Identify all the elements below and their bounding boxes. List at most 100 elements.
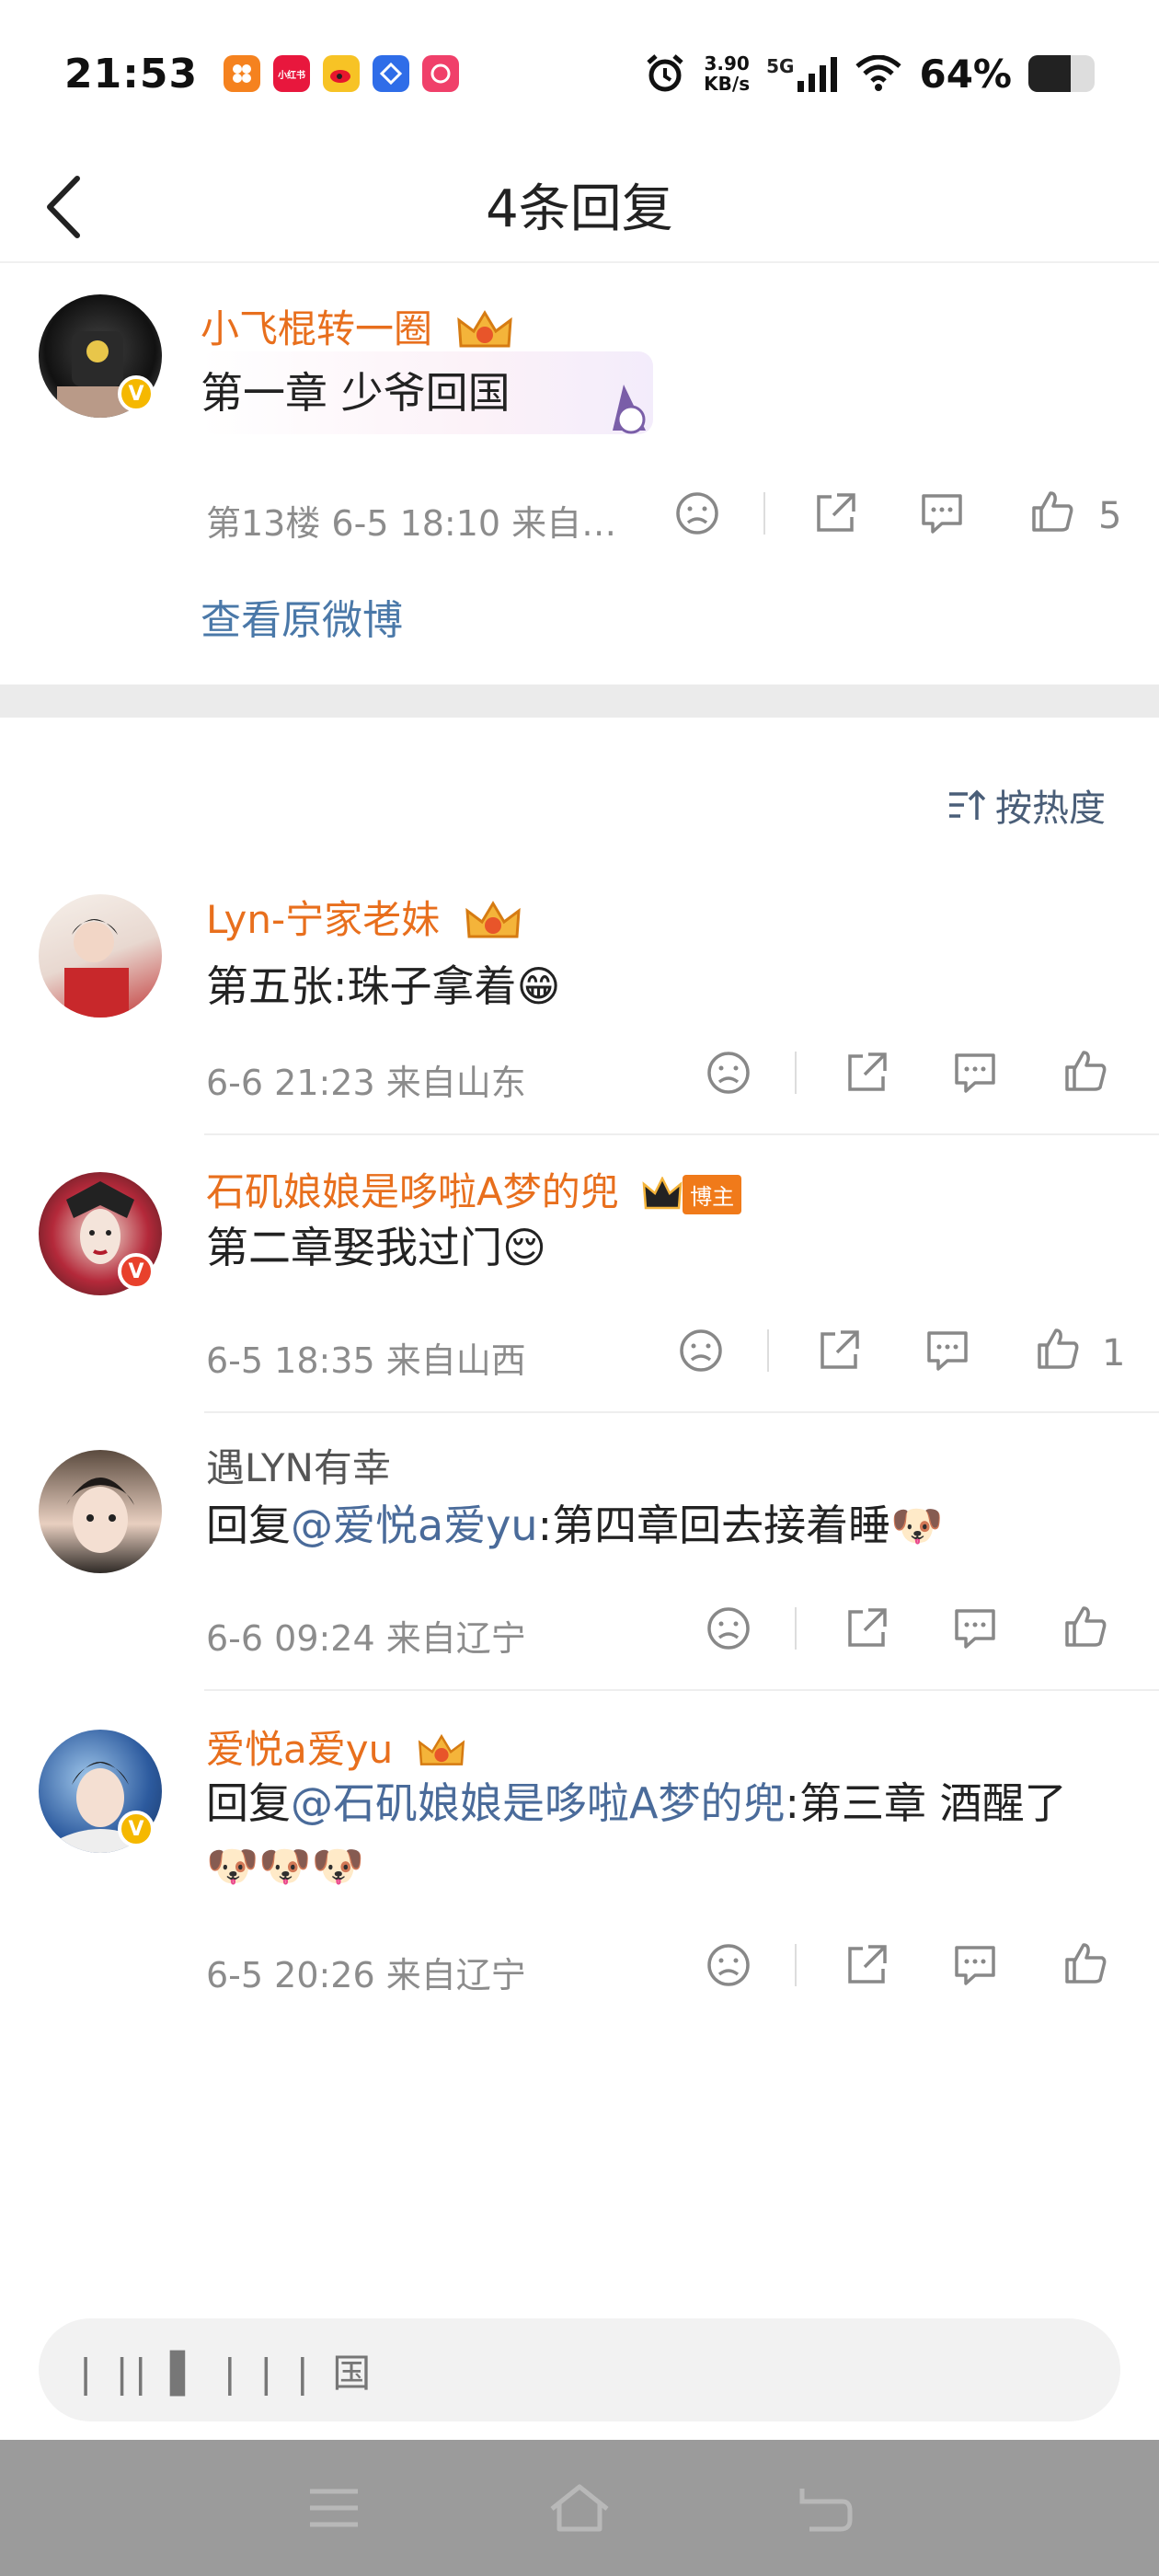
reply-input-placeholder: | || ▌ | | | 国 bbox=[79, 2350, 377, 2396]
taobao-app-icon bbox=[224, 55, 261, 92]
net-speed-value: 3.90 bbox=[704, 52, 750, 75]
avatar[interactable] bbox=[39, 1450, 162, 1573]
share-icon bbox=[820, 1330, 859, 1369]
action-divider bbox=[795, 1607, 797, 1650]
status-bar: 21:53 小红书 3.90 KB/s 5G 64% bbox=[0, 0, 1159, 147]
like-button[interactable] bbox=[1030, 1321, 1085, 1376]
username[interactable]: 小飞棍转一圈 bbox=[201, 298, 514, 355]
sort-label: 按热度 bbox=[995, 788, 1106, 830]
username[interactable]: 遇LYN有幸 bbox=[206, 1437, 391, 1493]
back-nav-button[interactable] bbox=[784, 2467, 866, 2549]
username[interactable]: 石矶娘娘是哆啦A梦的兜 博主 bbox=[206, 1161, 742, 1217]
reply-text: 第五张:珠子拿着😁 bbox=[206, 961, 561, 1011]
xiaohongshu-label: 小红书 bbox=[278, 70, 306, 81]
section-divider bbox=[0, 684, 1159, 718]
dislike-button[interactable] bbox=[701, 1938, 756, 1993]
comment-icon bbox=[927, 1331, 968, 1371]
sort-toggle-button[interactable]: 按热度 bbox=[947, 778, 1106, 832]
share-button[interactable] bbox=[811, 1323, 866, 1378]
comment-button[interactable] bbox=[947, 1045, 1003, 1100]
reply-text: 第二章娶我过门😌 bbox=[206, 1223, 546, 1272]
dislike-button[interactable] bbox=[673, 1323, 729, 1378]
network-type: 5G bbox=[766, 55, 795, 77]
thumbs-up-icon bbox=[1065, 1606, 1107, 1647]
like-count: 1 bbox=[1102, 1332, 1126, 1374]
sort-icon bbox=[949, 789, 986, 820]
return-icon bbox=[799, 2489, 853, 2532]
reply-meta: 6-6 09:24 来自辽宁 bbox=[206, 1618, 526, 1659]
home-button[interactable] bbox=[538, 2467, 621, 2549]
dislike-button[interactable] bbox=[701, 1601, 756, 1656]
reply-prefix: 回复 bbox=[206, 1778, 291, 1828]
dislike-button[interactable] bbox=[701, 1045, 756, 1100]
action-divider bbox=[763, 492, 765, 535]
battery-icon bbox=[1028, 55, 1095, 92]
net-speed: 3.90 KB/s bbox=[704, 53, 750, 94]
comment-button[interactable] bbox=[920, 1323, 975, 1378]
username-text: Lyn-宁家老妹 bbox=[206, 897, 441, 942]
mention-link[interactable]: @石矶娘娘是哆啦A梦的兜 bbox=[291, 1778, 785, 1828]
comment-content: 第一章 少爷回国 bbox=[201, 351, 653, 434]
card-decoration-icon bbox=[613, 385, 646, 434]
xiaohongshu-app-icon: 小红书 bbox=[273, 55, 311, 92]
dislike-button[interactable] bbox=[670, 486, 725, 541]
thumbs-up-icon bbox=[1065, 1943, 1107, 1984]
blogger-tag: 博主 bbox=[683, 1175, 742, 1214]
reply-text: :第四章回去接着睡🐶 bbox=[537, 1501, 944, 1550]
signal-icon: 5G bbox=[766, 55, 838, 92]
verified-badge-icon: V bbox=[118, 375, 155, 412]
status-right: 3.90 KB/s 5G 64% bbox=[643, 52, 1095, 97]
like-button[interactable] bbox=[1058, 1599, 1113, 1654]
pink-app-icon bbox=[422, 55, 460, 92]
username-text: 石矶娘娘是哆啦A梦的兜 bbox=[206, 1169, 619, 1214]
share-icon bbox=[848, 1608, 887, 1647]
reply-input[interactable]: | || ▌ | | | 国 bbox=[39, 2318, 1120, 2421]
comment-icon bbox=[955, 1053, 995, 1093]
username-text: 遇LYN有幸 bbox=[206, 1445, 391, 1490]
comment-meta: 第13楼 6-5 18:10 来自… bbox=[206, 503, 617, 544]
reply-content: 回复@石矶娘娘是哆啦A梦的兜:第三章 酒醒了🐶🐶🐶 bbox=[206, 1772, 1107, 1897]
alarm-icon bbox=[647, 54, 683, 92]
reply-item: V 石矶娘娘是哆啦A梦的兜 博主 第二章娶我过门😌 6-5 18:35 来自山西… bbox=[0, 1135, 1159, 1413]
crown-icon bbox=[642, 1176, 683, 1209]
verified-badge-icon: V bbox=[118, 1811, 155, 1847]
comment-button[interactable] bbox=[947, 1938, 1003, 1993]
net-speed-unit: KB/s bbox=[704, 73, 751, 95]
share-button[interactable] bbox=[839, 1938, 894, 1993]
avatar[interactable] bbox=[39, 894, 162, 1018]
share-button[interactable] bbox=[839, 1045, 894, 1100]
battery-percent: 64% bbox=[919, 51, 1012, 97]
blue-app-icon bbox=[373, 55, 410, 92]
menu-button[interactable] bbox=[293, 2467, 375, 2549]
menu-icon bbox=[310, 2489, 359, 2527]
like-button[interactable] bbox=[1058, 1043, 1113, 1098]
sad-face-icon bbox=[707, 1607, 750, 1650]
action-divider bbox=[795, 1052, 797, 1094]
original-comment: V 小飞棍转一圈 第一章 少爷回国 第13楼 6-5 18:10 来自… 5 查… bbox=[0, 265, 1159, 684]
username[interactable]: 爱悦a爱yu bbox=[206, 1719, 466, 1775]
reply-item: Lyn-宁家老妹 第五张:珠子拿着😁 6-6 21:23 来自山东 bbox=[0, 874, 1159, 1135]
comment-button[interactable] bbox=[914, 486, 970, 541]
crown-icon bbox=[457, 309, 513, 347]
action-divider bbox=[767, 1329, 769, 1372]
share-icon bbox=[848, 1945, 887, 1984]
reply-item: V 爱悦a爱yu 回复@石矶娘娘是哆啦A梦的兜:第三章 酒醒了🐶🐶🐶 6-5 2… bbox=[0, 1691, 1159, 2022]
reply-item: 遇LYN有幸 回复@爱悦a爱yu:第四章回去接着睡🐶 6-6 09:24 来自辽… bbox=[0, 1413, 1159, 1691]
mention-link[interactable]: @爱悦a爱yu bbox=[291, 1501, 538, 1550]
like-button[interactable] bbox=[1025, 484, 1080, 539]
share-button[interactable] bbox=[808, 486, 863, 541]
sad-face-icon bbox=[707, 1052, 750, 1094]
thumbs-up-icon bbox=[1038, 1328, 1079, 1369]
sad-face-icon bbox=[707, 1944, 750, 1986]
page-header: 4条回复 bbox=[0, 147, 1159, 263]
share-icon bbox=[848, 1052, 887, 1091]
share-icon bbox=[817, 493, 855, 532]
like-button[interactable] bbox=[1058, 1936, 1113, 1991]
share-button[interactable] bbox=[839, 1601, 894, 1656]
comment-button[interactable] bbox=[947, 1601, 1003, 1656]
username[interactable]: Lyn-宁家老妹 bbox=[206, 889, 522, 946]
view-original-link[interactable]: 查看原微博 bbox=[201, 587, 403, 646]
back-button[interactable] bbox=[37, 175, 92, 239]
like-count: 5 bbox=[1098, 495, 1122, 537]
sad-face-icon bbox=[676, 492, 718, 535]
